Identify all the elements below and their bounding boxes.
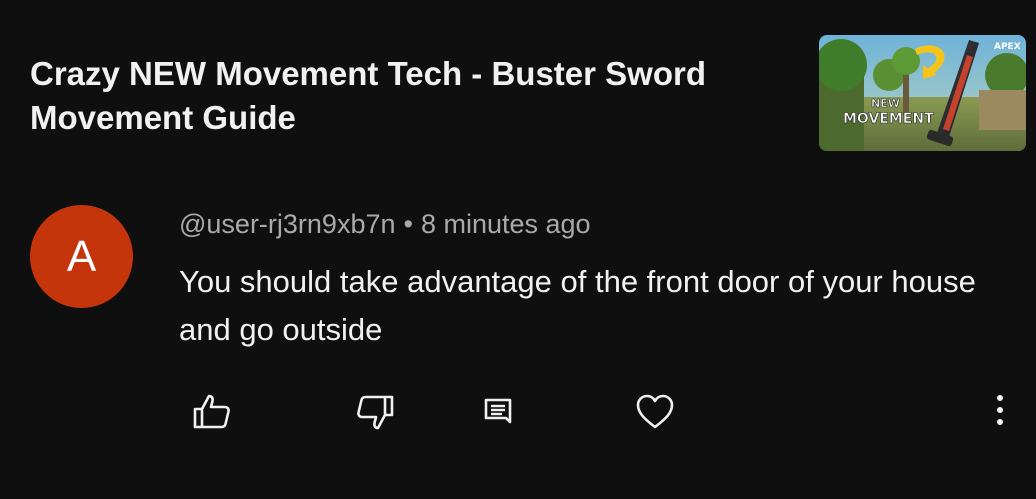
comment-author[interactable]: @user-rj3rn9xb7n bbox=[179, 209, 396, 239]
like-button[interactable] bbox=[192, 392, 232, 432]
video-thumbnail[interactable]: NEW MOVEMENT APEX bbox=[819, 35, 1026, 151]
more-options-button[interactable] bbox=[980, 392, 1020, 432]
more-vertical-icon bbox=[997, 395, 1003, 425]
video-title[interactable]: Crazy NEW Movement Tech - Buster Sword M… bbox=[30, 52, 790, 140]
dislike-button[interactable] bbox=[355, 392, 395, 432]
thumbs-up-icon bbox=[193, 394, 230, 429]
avatar[interactable]: A bbox=[30, 205, 133, 308]
comment-timestamp: 8 minutes ago bbox=[420, 209, 591, 239]
reply-button[interactable] bbox=[478, 392, 518, 432]
heart-button[interactable] bbox=[635, 392, 675, 432]
thumbnail-overlay-line1: NEW bbox=[871, 97, 900, 110]
comment-icon bbox=[484, 398, 512, 424]
comment-text: You should take advantage of the front d… bbox=[179, 264, 976, 347]
heart-icon bbox=[636, 394, 674, 429]
thumbs-down-icon bbox=[357, 395, 394, 430]
thumbnail-apex-logo: APEX bbox=[994, 42, 1021, 52]
thumbnail-overlay-line2: MOVEMENT bbox=[843, 111, 934, 127]
thumbnail-image: NEW MOVEMENT APEX bbox=[819, 35, 1026, 151]
comment-meta: @user-rj3rn9xb7n • 8 minutes ago bbox=[179, 207, 591, 241]
meta-separator: • bbox=[403, 209, 413, 239]
